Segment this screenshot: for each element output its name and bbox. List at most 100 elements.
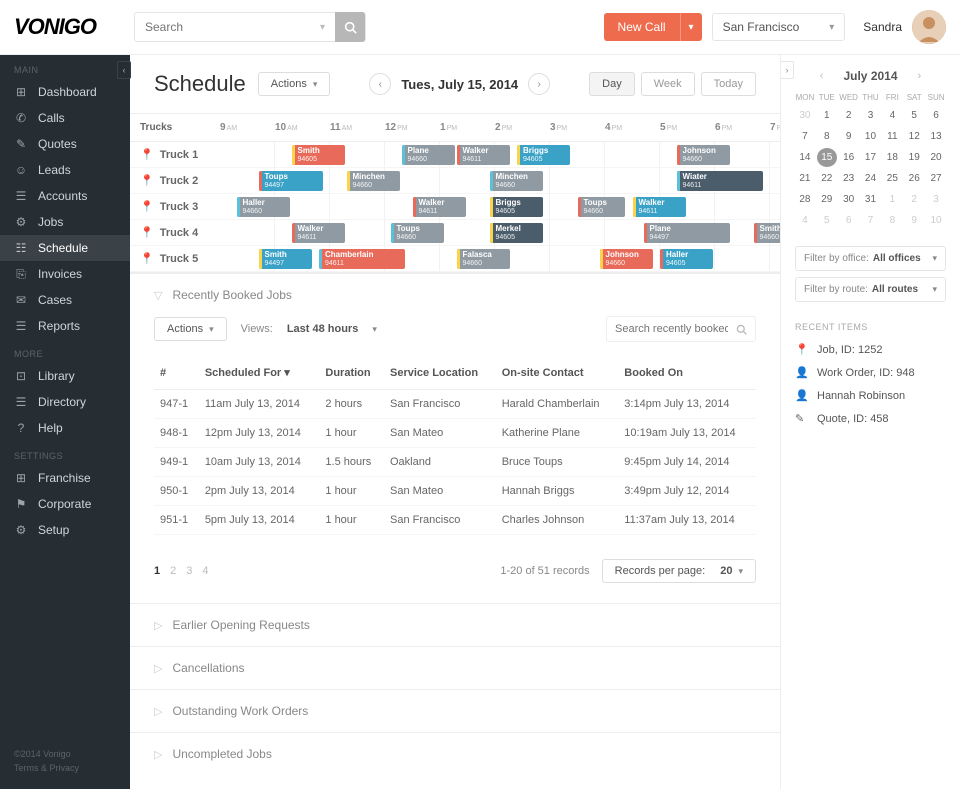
job-block[interactable]: Smith94605	[292, 145, 345, 165]
records-per-page[interactable]: Records per page: 20▾	[602, 559, 756, 583]
job-block[interactable]: Falasca94660	[457, 249, 510, 269]
cal-day[interactable]: 24	[861, 169, 881, 188]
cal-day[interactable]: 20	[926, 148, 946, 167]
view-tab-day[interactable]: Day	[589, 72, 635, 96]
cal-day[interactable]: 9	[904, 211, 924, 230]
search-caret-icon[interactable]: ▾	[310, 22, 335, 33]
cal-day[interactable]: 10	[926, 211, 946, 230]
cal-day[interactable]: 27	[926, 169, 946, 188]
section-toggle[interactable]: ▷Earlier Opening Requests	[130, 604, 780, 646]
job-block[interactable]: Wiater94611	[677, 171, 763, 191]
cal-day[interactable]: 13	[926, 127, 946, 146]
table-col-header[interactable]: Service Location	[384, 356, 496, 390]
job-block[interactable]: Walker94611	[633, 197, 686, 217]
cal-day[interactable]: 26	[904, 169, 924, 188]
job-block[interactable]: Plane94660	[402, 145, 455, 165]
cal-day[interactable]: 9	[839, 127, 859, 146]
job-block[interactable]: Walker94611	[292, 223, 345, 243]
next-day-button[interactable]: ›	[528, 73, 550, 95]
cal-day[interactable]: 3	[861, 106, 881, 125]
job-block[interactable]: Walker94611	[457, 145, 510, 165]
job-block[interactable]: Briggs94605	[517, 145, 570, 165]
sidebar-item-help[interactable]: ?Help	[0, 415, 130, 441]
job-block[interactable]: Haller94660	[237, 197, 290, 217]
job-block[interactable]: Toups94660	[578, 197, 626, 217]
table-col-header[interactable]: Booked On	[618, 356, 756, 390]
global-search[interactable]: ▾	[134, 12, 366, 42]
job-block[interactable]: Briggs94605	[490, 197, 543, 217]
section-toggle[interactable]: ▷Outstanding Work Orders	[130, 690, 780, 732]
cal-day[interactable]: 6	[926, 106, 946, 125]
right-panel-collapse-button[interactable]: ›	[780, 61, 794, 79]
sidebar-item-quotes[interactable]: ✎Quotes	[0, 131, 130, 157]
cal-day[interactable]: 23	[839, 169, 859, 188]
job-block[interactable]: Toups94660	[391, 223, 444, 243]
table-row[interactable]: 948-112pm July 13, 20141 hourSan MateoKa…	[154, 419, 756, 448]
job-block[interactable]: Chamberlain94611	[319, 249, 405, 269]
prev-day-button[interactable]: ‹	[369, 73, 391, 95]
next-month-button[interactable]: ›	[918, 70, 922, 82]
sidebar-item-library[interactable]: ⊡Library	[0, 363, 130, 389]
cal-day[interactable]: 8	[882, 211, 902, 230]
cal-day[interactable]: 2	[839, 106, 859, 125]
table-row[interactable]: 950-12pm July 13, 20141 hourSan MateoHan…	[154, 477, 756, 506]
job-block[interactable]: Smith94660	[754, 223, 781, 243]
sidebar-item-directory[interactable]: ☰Directory	[0, 389, 130, 415]
user-menu[interactable]: Sandra	[863, 10, 946, 44]
new-call-dropdown-icon[interactable]: ▾	[680, 13, 702, 41]
sidebar-item-accounts[interactable]: ☰Accounts	[0, 183, 130, 209]
recent-item[interactable]: ✎Quote, ID: 458	[781, 407, 960, 430]
page-link[interactable]: 3	[186, 565, 192, 577]
filter-office[interactable]: Filter by office:All offices▾	[795, 246, 946, 271]
sidebar-item-reports[interactable]: ☰Reports	[0, 313, 130, 339]
page-link[interactable]: 1	[154, 565, 160, 577]
table-col-header[interactable]: Scheduled For ▾	[199, 356, 320, 390]
cal-day[interactable]: 30	[839, 190, 859, 209]
table-col-header[interactable]: Duration	[319, 356, 384, 390]
cal-day[interactable]: 10	[861, 127, 881, 146]
job-block[interactable]: Toups94497	[259, 171, 323, 191]
search-input[interactable]	[135, 20, 310, 34]
recent-item[interactable]: 👤Work Order, ID: 948	[781, 361, 960, 384]
section-toggle[interactable]: ▷Uncompleted Jobs	[130, 733, 780, 775]
cal-day[interactable]: 3	[926, 190, 946, 209]
cal-day[interactable]: 5	[904, 106, 924, 125]
table-row[interactable]: 947-111am July 13, 20142 hoursSan Franci…	[154, 390, 756, 419]
sidebar-item-dashboard[interactable]: ⊞Dashboard	[0, 79, 130, 105]
job-block[interactable]: Smith94497	[259, 249, 312, 269]
cal-day[interactable]: 11	[882, 127, 902, 146]
sidebar-item-corporate[interactable]: ⚑Corporate	[0, 491, 130, 517]
recently-search-input[interactable]	[615, 323, 728, 335]
job-block[interactable]: Haller94605	[660, 249, 713, 269]
recently-actions-button[interactable]: Actions▾	[154, 317, 227, 341]
page-link[interactable]: 4	[202, 565, 208, 577]
cal-day[interactable]: 15	[817, 148, 837, 167]
cal-day[interactable]: 5	[817, 211, 837, 230]
table-col-header[interactable]: On-site Contact	[496, 356, 619, 390]
cal-day[interactable]: 29	[817, 190, 837, 209]
cal-day[interactable]: 12	[904, 127, 924, 146]
sidebar-item-setup[interactable]: ⚙Setup	[0, 517, 130, 543]
recent-item[interactable]: 👤Hannah Robinson	[781, 384, 960, 407]
sidebar-collapse-button[interactable]: ‹	[117, 61, 131, 79]
cal-day[interactable]: 7	[795, 127, 815, 146]
cal-day[interactable]: 16	[839, 148, 859, 167]
job-block[interactable]: Merkel94605	[490, 223, 543, 243]
avatar[interactable]	[912, 10, 946, 44]
search-button[interactable]	[335, 12, 365, 42]
job-block[interactable]: Johnson94660	[677, 145, 730, 165]
cal-day[interactable]: 14	[795, 148, 815, 167]
table-col-header[interactable]: #	[154, 356, 199, 390]
cal-day[interactable]: 31	[861, 190, 881, 209]
job-block[interactable]: Johnson94660	[600, 249, 653, 269]
sidebar-item-schedule[interactable]: ☷Schedule	[0, 235, 130, 261]
sidebar-item-leads[interactable]: ☺Leads	[0, 157, 130, 183]
pagination[interactable]: 1234	[154, 565, 209, 577]
office-select[interactable]: San Francisco ▾	[712, 13, 846, 41]
sidebar-item-calls[interactable]: ✆Calls	[0, 105, 130, 131]
cal-day[interactable]: 6	[839, 211, 859, 230]
sidebar-item-franchise[interactable]: ⊞Franchise	[0, 465, 130, 491]
section-toggle[interactable]: ▷Cancellations	[130, 647, 780, 689]
cal-day[interactable]: 17	[861, 148, 881, 167]
footer-terms-link[interactable]: Terms & Privacy	[14, 762, 116, 776]
